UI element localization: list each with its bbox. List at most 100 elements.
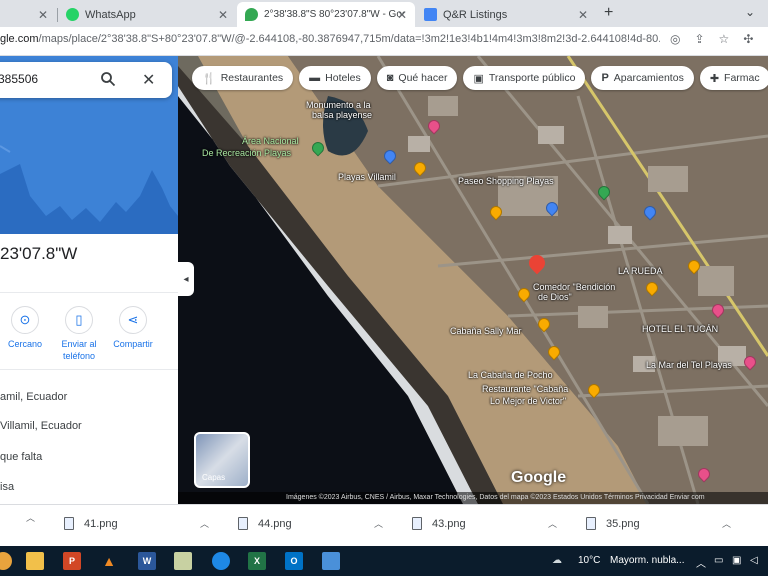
chip-pharmacy[interactable]: ✚ Farmac <box>699 66 768 90</box>
file-icon <box>412 517 422 530</box>
file-icon <box>64 517 74 530</box>
tab-search-icon[interactable]: ⌄ <box>745 5 755 19</box>
info-row-add-missing[interactable]: que falta <box>0 451 42 463</box>
download-item[interactable]: 35.png ︿ <box>586 517 731 530</box>
download-item[interactable]: 44.png ︿ <box>238 517 383 530</box>
word-icon[interactable]: W <box>138 552 156 570</box>
map-label[interactable]: LA RUEDA <box>618 266 663 276</box>
map-label[interactable]: Paseo Shopping Playas <box>458 176 554 186</box>
chevron-up-icon[interactable]: ︿ <box>548 517 557 530</box>
map-label[interactable]: HOTEL EL TUCÁN <box>642 324 718 334</box>
chrome-profile-icon[interactable] <box>212 552 230 570</box>
weather-status[interactable]: Mayorm. nubla... <box>610 555 684 566</box>
map-label[interactable]: de Dios" <box>538 292 572 302</box>
tab-google-maps[interactable]: 2°38'38.8"S 80°23'07.8"W - Goo ✕ <box>237 2 415 27</box>
camera-icon: ◙ <box>386 72 394 84</box>
file-icon <box>238 517 248 530</box>
whatsapp-icon <box>66 8 79 21</box>
file-explorer-icon[interactable] <box>26 552 44 570</box>
weather-icon[interactable]: ☁ <box>552 555 562 566</box>
map-label[interactable]: balsa playense <box>312 110 372 120</box>
chevron-up-icon[interactable]: ︿ <box>26 511 35 524</box>
url-field[interactable]: gle.com/maps/place/2°38'38.8"S+80°23'07.… <box>0 33 660 45</box>
tab-qr-listings[interactable]: Q&R Listings ✕ <box>416 2 596 27</box>
new-tab-button[interactable]: + <box>604 4 613 22</box>
share-page-icon[interactable]: ⇪ <box>694 32 704 46</box>
info-row-plus-code[interactable]: Villamil, Ecuador <box>0 420 82 432</box>
close-tab-icon[interactable]: ✕ <box>578 8 588 22</box>
tab-previous[interactable]: ✕ <box>0 2 56 27</box>
vlc-icon[interactable]: ▲ <box>100 552 118 570</box>
map-label[interactable]: Lo Mejor de Victor" <box>490 396 566 406</box>
map-label[interactable]: Restaurante "Cabaña <box>482 384 568 394</box>
address-bar: gle.com/maps/place/2°38'38.8"S+80°23'07.… <box>0 27 768 56</box>
chevron-up-icon[interactable]: ︿ <box>200 517 209 530</box>
tab-whatsapp[interactable]: WhatsApp ✕ <box>58 2 236 27</box>
outlook-icon[interactable]: O <box>285 552 303 570</box>
chip-parking[interactable]: P Aparcamientos <box>591 66 694 90</box>
chip-things-to-do[interactable]: ◙ Qué hacer <box>376 66 458 90</box>
google-logo: Google <box>511 469 567 486</box>
satellite-map[interactable]: 🍴 Restaurantes ▬ Hoteles ◙ Qué hacer ▣ Trans… <box>178 56 768 504</box>
windows-taskbar: P ▲ W X O ☁ 10°C Mayorm. nubla... ︿ ▭ ▣ … <box>0 546 768 576</box>
map-label[interactable]: Monumento a la <box>306 100 371 110</box>
nearby-button[interactable]: ⊙ Cercano <box>0 306 52 350</box>
map-attribution: Imágenes ©2023 Airbus, CNES / Airbus, Ma… <box>178 492 768 504</box>
search-icon[interactable] <box>100 71 116 87</box>
extensions-icon[interactable]: ✣ <box>743 32 753 46</box>
chip-transit[interactable]: ▣ Transporte público <box>463 66 586 90</box>
downloads-bar: ︿ 41.png ︿ 44.png ︿ 43.png ︿ 35.png ︿ <box>0 504 768 546</box>
powerpoint-icon[interactable]: P <box>63 552 81 570</box>
send-to-phone-button[interactable]: ▯ Enviar al teléfono <box>52 306 106 362</box>
share-icon: ⋖ <box>119 306 147 334</box>
calculator-icon[interactable] <box>174 552 192 570</box>
camera-tray-icon[interactable]: ▣ <box>732 555 741 566</box>
chevron-up-icon[interactable]: ︿ <box>722 517 731 530</box>
place-sidebar: 385506 ✕ 23'07.8"W ⊙ Cercano ▯ Enviar al… <box>0 56 178 504</box>
chevron-up-icon[interactable]: ︿ <box>374 517 383 530</box>
transit-icon: ▣ <box>473 72 484 85</box>
map-label[interactable]: Cabaña Sally Mar <box>450 326 522 336</box>
collapse-panel-button[interactable]: ◂ <box>178 262 194 296</box>
layers-button[interactable]: Capas <box>194 432 250 488</box>
address-bar-icons: ◎ ⇪ ☆ ✣ <box>670 32 753 46</box>
category-chips: 🍴 Restaurantes ▬ Hoteles ◙ Qué hacer ▣ Trans… <box>192 66 768 90</box>
satellite-imagery <box>178 56 768 504</box>
download-item[interactable]: 43.png ︿ <box>412 517 557 530</box>
chip-hotels[interactable]: ▬ Hoteles <box>299 66 371 90</box>
close-search-icon[interactable]: ✕ <box>142 70 155 90</box>
google-maps-icon <box>245 8 258 21</box>
temperature[interactable]: 10°C <box>578 555 600 566</box>
info-row-address[interactable]: amil, Ecuador <box>0 391 67 403</box>
map-label[interactable]: La Cabaña de Pocho <box>468 370 553 380</box>
close-tab-icon[interactable]: ✕ <box>218 8 228 22</box>
tab-bar: ✕ WhatsApp ✕ 2°38'38.8"S 80°23'07.8"W - … <box>0 0 768 27</box>
photos-icon[interactable] <box>322 552 340 570</box>
bookmark-star-icon[interactable]: ☆ <box>719 32 730 46</box>
download-item[interactable]: 41.png ︿ <box>64 517 209 530</box>
google-lens-icon[interactable]: ◎ <box>670 32 680 46</box>
info-row-business[interactable]: isa <box>0 481 14 493</box>
close-tab-icon[interactable]: ✕ <box>38 8 48 22</box>
search-input[interactable]: 385506 <box>0 72 38 86</box>
map-label[interactable]: Comedor "Bendición <box>533 282 615 292</box>
nearby-icon: ⊙ <box>11 306 39 334</box>
bed-icon: ▬ <box>309 72 321 84</box>
chevron-up-icon[interactable]: ︿ <box>696 555 706 570</box>
excel-icon[interactable]: X <box>248 552 266 570</box>
network-icon[interactable]: ▭ <box>714 555 723 566</box>
volume-icon[interactable]: ◁ <box>750 555 758 566</box>
share-button[interactable]: ⋖ Compartir <box>106 306 160 350</box>
search-box[interactable]: 385506 ✕ <box>0 62 172 98</box>
close-tab-icon[interactable]: ✕ <box>397 8 407 22</box>
chip-restaurants[interactable]: 🍴 Restaurantes <box>192 66 294 90</box>
map-label-park[interactable]: Área Nacional <box>242 136 299 146</box>
divider <box>0 292 178 293</box>
parking-icon: P <box>601 72 609 84</box>
map-label-park[interactable]: De Recreación Playas <box>202 148 291 158</box>
layers-label: Capas <box>202 473 226 482</box>
map-label[interactable]: Playas Villamil <box>338 172 396 182</box>
map-label[interactable]: La Mar del Tel Playas <box>646 360 732 370</box>
chrome-icon[interactable] <box>0 552 12 570</box>
listings-icon <box>424 8 437 21</box>
